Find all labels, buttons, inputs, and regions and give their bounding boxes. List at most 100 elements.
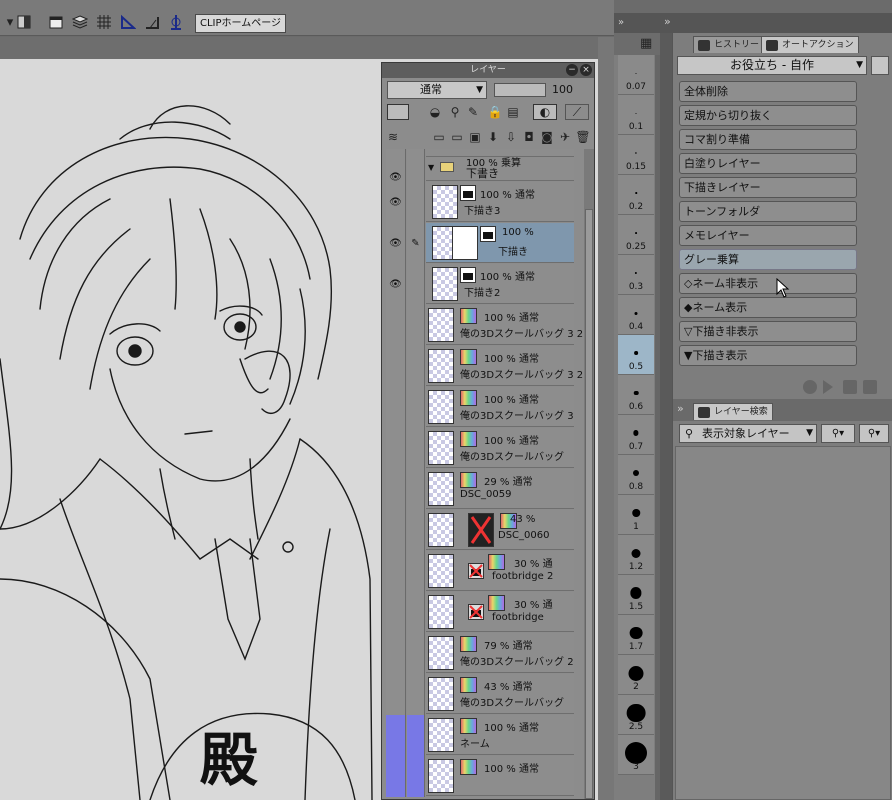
snap-ruler-icon[interactable] [142,12,162,32]
brush-size-item[interactable]: 0.8 [618,455,654,495]
mask-disabled-icon[interactable] [468,604,484,620]
layer-body[interactable]: 100 % 通常 下描き3 [426,182,574,222]
layer-row[interactable]: 👁 100 % 通常 下描き3 [386,182,584,223]
edit-pen-icon[interactable]: ✎ [407,223,425,264]
ruler-icon[interactable] [118,12,138,32]
search-filter-button[interactable]: ⚲▾ [821,424,855,443]
lock-cell[interactable] [407,715,425,756]
visibility-cell[interactable] [386,715,406,756]
layer-mask-thumbnail[interactable] [452,226,478,260]
visibility-cell[interactable] [386,756,406,797]
window-icon[interactable] [46,12,66,32]
auto-action-item[interactable]: ▽下描き非表示 [679,321,857,342]
visibility-cell[interactable] [386,305,406,346]
collapse-icon[interactable]: » [664,15,671,28]
tab-layer-search[interactable]: レイヤー検索 [693,403,773,420]
layer-body[interactable]: 29 % 通常 DSC_0059 [426,469,574,509]
auto-action-item[interactable]: コマ割り準備 [679,129,857,150]
play-icon[interactable] [823,380,833,394]
lock-cell[interactable] [407,633,425,674]
visibility-cell[interactable] [386,592,406,633]
auto-action-item[interactable]: メモレイヤー [679,225,857,246]
layer-row[interactable]: 43 % 通常 俺の3Dスクールバッグ [386,674,584,715]
auto-action-set-select[interactable]: お役立ち - 自作 ▼ [677,56,867,75]
lock-transparency-icon[interactable]: ▤ [505,104,521,120]
brush-size-item[interactable]: 3 [618,735,654,775]
brush-size-item[interactable]: 0.4 [618,295,654,335]
layer-body[interactable]: 43 % DSC_0060 [426,510,574,550]
opacity-value[interactable]: 100 [552,81,590,99]
combine-down-icon[interactable]: ⇩ [503,129,519,145]
layer-body[interactable]: 100 % 通常 ネーム [426,715,574,755]
new-action-icon[interactable] [843,380,857,394]
brush-size-item[interactable]: 0.5 [618,335,654,375]
eye-icon[interactable]: 👁 [386,182,406,223]
auto-action-item[interactable]: 白塗りレイヤー [679,153,857,174]
grid-icon[interactable] [94,12,114,32]
fill-icon[interactable]: ✈ [557,129,573,145]
layer-body[interactable]: 30 % 通 footbridge 2 [426,551,574,591]
lock-cell[interactable] [407,551,425,592]
brush-size-item[interactable]: 1.7 [618,615,654,655]
tab-auto-action[interactable]: オートアクション [761,36,859,53]
lock-cell[interactable] [407,510,425,551]
search-target-select[interactable]: ⚲ 表示対象レイヤー ▼ [679,424,817,443]
folder-expand-icon[interactable]: ▼ [428,163,434,172]
layer-panel-titlebar[interactable]: レイヤー − × [382,63,594,78]
new-vector-layer-icon[interactable]: ▭ [449,129,465,145]
canvas-vertical-scrollbar[interactable] [598,37,614,800]
collapse-icon[interactable]: » [677,402,684,415]
brush-size-item[interactable]: 0.2 [618,175,654,215]
layer-row[interactable]: 30 % 通 footbridge 2 [386,551,584,592]
layer-row[interactable]: 100 % 通常 [386,756,584,797]
layer-row[interactable]: 100 % 通常 俺の3Dスクールバッグ 3 [386,387,584,428]
layer-row[interactable]: 100 % 通常 俺の3Dスクールバッグ 3 2 [386,305,584,346]
brush-size-icon[interactable]: ▦ [640,36,652,51]
panel-toggle-icon[interactable] [14,12,34,32]
brush-size-item[interactable]: 1 [618,495,654,535]
visibility-cell[interactable] [386,633,406,674]
layer-body[interactable]: 43 % 通常 俺の3Dスクールバッグ [426,674,574,714]
new-folder-icon[interactable]: ▣ [467,129,483,145]
layer-row[interactable]: 👁 100 % 通常 下描き2 [386,264,584,305]
trash-icon[interactable]: 🗑 [575,129,591,145]
layer-body[interactable]: 100 % 通常 俺の3Dスクールバッグ [426,428,574,468]
lock-cell[interactable] [407,182,425,223]
right-dock-header[interactable]: » [660,13,892,33]
visibility-cell[interactable] [386,674,406,715]
snap-special-icon[interactable] [166,12,186,32]
reference-layer-icon[interactable]: ⚲ [447,104,463,120]
clipping-icon[interactable]: ◒ [427,104,443,120]
visibility-cell[interactable] [386,551,406,592]
apply-mask-icon[interactable]: ◙ [539,129,555,145]
blend-mode-select[interactable]: 通常 ▼ [387,81,487,99]
folder-body[interactable]: ▼ 100 % 乗算 下書き [426,157,574,181]
brush-size-item[interactable]: 0.25 [618,215,654,255]
draft-layer-icon[interactable]: ✎ [465,104,481,120]
auto-action-item[interactable]: 定規から切り抜く [679,105,857,126]
brush-size-item[interactable]: 0.07 [618,55,654,95]
layer-body[interactable]: 100 % 通常 下描き2 [426,264,574,304]
layer-body[interactable]: 100 % 通常 俺の3Dスクールバッグ 3 2 [426,346,583,386]
layer-body[interactable]: 100 % 下描き [426,223,574,263]
visibility-cell[interactable] [386,387,406,428]
brush-size-item[interactable]: 0.1 [618,95,654,135]
auto-action-item[interactable]: ◆ネーム表示 [679,297,857,318]
layer-row[interactable]: 30 % 通 footbridge [386,592,584,633]
tab-history[interactable]: ヒストリー [693,36,765,53]
layer-row[interactable]: 100 % 通常 ネーム [386,715,584,756]
panel-menu-button[interactable] [871,56,889,75]
brush-size-item[interactable]: 0.6 [618,375,654,415]
brush-size-panel-header[interactable]: » [614,13,660,33]
layer-row[interactable]: 👁 ✎ 100 % 下描き [386,223,584,264]
mask-enable-icon[interactable]: ◐ [533,104,557,120]
visibility-cell[interactable] [386,346,406,387]
transfer-down-icon[interactable]: ⬇ [485,129,501,145]
brush-size-item[interactable]: 2 [618,655,654,695]
auto-action-item[interactable]: 下描きレイヤー [679,177,857,198]
visibility-cell[interactable] [386,428,406,469]
layer-body[interactable]: 30 % 通 footbridge [426,592,574,632]
eye-icon[interactable]: 👁 [386,223,406,264]
auto-action-item[interactable]: グレー乗算 [679,249,857,270]
brush-size-item[interactable]: 0.15 [618,135,654,175]
